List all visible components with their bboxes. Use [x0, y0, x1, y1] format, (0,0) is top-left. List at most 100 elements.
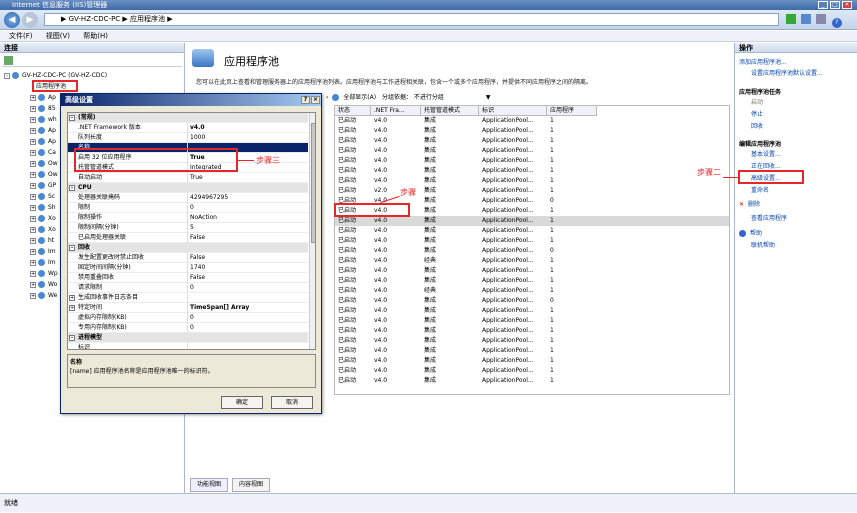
table-row[interactable]: 已启动 v4.0 集成 ApplicationPool... 1: [335, 136, 729, 146]
expand-icon[interactable]: +: [30, 94, 36, 101]
expand-icon[interactable]: +: [30, 171, 36, 178]
property-row[interactable]: 请求限制 0: [68, 283, 308, 293]
property-value[interactable]: False: [190, 273, 205, 283]
home-icon[interactable]: [816, 14, 827, 24]
tree-site-node[interactable]: + Ca: [30, 148, 56, 157]
tree-site-node[interactable]: + Sh: [30, 203, 56, 212]
table-row[interactable]: 已启动 v4.0 集成 ApplicationPool... 1: [335, 236, 729, 246]
property-category[interactable]: - (常规): [68, 113, 308, 123]
menu-help[interactable]: 帮助(H): [83, 31, 108, 42]
property-value[interactable]: False: [190, 233, 205, 243]
tree-site-node[interactable]: + GP: [30, 181, 56, 190]
expand-icon[interactable]: +: [30, 292, 36, 299]
menu-file[interactable]: 文件(F): [9, 31, 33, 42]
property-value[interactable]: 1000: [190, 133, 205, 143]
tree-site-node[interactable]: +85: [30, 104, 56, 113]
property-value[interactable]: 1740: [190, 263, 205, 273]
back-button[interactable]: ◀: [4, 12, 20, 28]
property-row[interactable]: 发生配置更改时禁止回收 False: [68, 253, 308, 263]
expand-icon[interactable]: +: [30, 270, 36, 277]
expand-icon[interactable]: +: [30, 138, 36, 145]
table-row[interactable]: 已启动 v4.0 集成 ApplicationPool... 0: [335, 296, 729, 306]
tree-site-node[interactable]: + Xo: [30, 225, 56, 234]
col-header-status[interactable]: 状态: [335, 106, 371, 116]
expand-icon[interactable]: +: [30, 160, 36, 167]
tab-features-view[interactable]: 功能视图: [190, 478, 229, 492]
property-value[interactable]: 5: [190, 223, 194, 233]
add-app-pool-link[interactable]: 添加应用程序池...: [739, 59, 787, 67]
property-row[interactable]: 虚拟内存限制(KB) 0: [68, 313, 308, 323]
collapse-icon[interactable]: -: [69, 245, 75, 251]
table-row[interactable]: 已启动 v4.0 集成 ApplicationPool... 1: [335, 166, 729, 176]
table-row[interactable]: 已启动 v4.0 集成 ApplicationPool... 1: [335, 226, 729, 236]
property-category[interactable]: - 回收: [68, 243, 308, 253]
property-row[interactable]: .NET Framework 版本 v4.0: [68, 123, 308, 133]
table-row[interactable]: 已启动 v4.0 集成 ApplicationPool... 1: [335, 116, 729, 126]
property-row[interactable]: 限制操作 NoAction: [68, 213, 308, 223]
table-row[interactable]: 已启动 v4.0 经典 ApplicationPool... 1: [335, 256, 729, 266]
expand-icon[interactable]: +: [30, 105, 36, 112]
property-row[interactable]: 队列长度 1000: [68, 133, 308, 143]
property-scrollbar[interactable]: [309, 113, 315, 349]
tree-site-node[interactable]: + ht: [30, 236, 54, 245]
property-row[interactable]: 限制 0: [68, 203, 308, 213]
table-row[interactable]: 已启动 v4.0 集成 ApplicationPool... 1: [335, 216, 729, 226]
tree-site-node[interactable]: + wh: [30, 115, 57, 124]
tree-site-node[interactable]: + Wp: [30, 269, 58, 278]
expand-icon[interactable]: +: [30, 237, 36, 244]
dialog-help-button[interactable]: ?: [301, 96, 310, 104]
table-row[interactable]: 已启动 v4.0 集成 ApplicationPool... 1: [335, 326, 729, 336]
property-row[interactable]: 限制间隔(分钟) 5: [68, 223, 308, 233]
tree-site-node[interactable]: + Im: [30, 258, 56, 267]
property-row[interactable]: + 特定时间 TimeSpan[] Array: [68, 303, 308, 313]
tree-site-node[interactable]: + Sc: [30, 192, 55, 201]
rename-link[interactable]: 重命名: [751, 187, 769, 195]
expand-icon[interactable]: +: [30, 281, 36, 288]
remove-link[interactable]: ✕ 删除: [739, 201, 760, 209]
table-row[interactable]: 已启动 v4.0 集成 ApplicationPool... 1: [335, 346, 729, 356]
network-icon[interactable]: [786, 14, 796, 24]
send-icon[interactable]: [801, 14, 812, 24]
property-row[interactable]: 禁用重叠回收 False: [68, 273, 308, 283]
forward-button[interactable]: ▶: [22, 12, 38, 28]
stop-link[interactable]: 停止: [751, 111, 763, 119]
minimize-button[interactable]: _: [818, 1, 828, 9]
property-value[interactable]: 0: [190, 203, 194, 213]
help-icon[interactable]: ?: [831, 18, 842, 28]
expand-icon[interactable]: +: [30, 215, 36, 222]
tree-site-node[interactable]: + Ow: [30, 159, 58, 168]
property-value[interactable]: v4.0: [190, 123, 205, 133]
table-row[interactable]: 已启动 v4.0 集成 ApplicationPool... 1: [335, 176, 729, 186]
collapse-icon[interactable]: -: [69, 115, 75, 121]
expand-icon[interactable]: +: [30, 182, 36, 189]
table-row[interactable]: 已启动 v4.0 集成 ApplicationPool... 1: [335, 156, 729, 166]
property-value[interactable]: 0: [190, 313, 194, 323]
col-header-framework[interactable]: .NET Fra...: [371, 106, 421, 116]
table-row[interactable]: 已启动 v4.0 集成 ApplicationPool... 1: [335, 266, 729, 276]
start-link[interactable]: 启动: [751, 99, 763, 107]
property-row[interactable]: 处理器关联掩码 4294967295: [68, 193, 308, 203]
property-category[interactable]: - CPU: [68, 183, 308, 193]
property-row[interactable]: 专用内存限制(KB) 0: [68, 323, 308, 333]
view-apps-link[interactable]: 查看应用程序: [751, 215, 787, 223]
property-row[interactable]: 标识: [68, 343, 308, 349]
table-row[interactable]: 已启动 v4.0 经典 ApplicationPool... 1: [335, 286, 729, 296]
expand-icon[interactable]: +: [30, 193, 36, 200]
expand-icon[interactable]: +: [69, 295, 75, 301]
tree-site-node[interactable]: + Ow: [30, 170, 58, 179]
property-row[interactable]: + 生成回收事件日志条目: [68, 293, 308, 303]
online-help-link[interactable]: 联机帮助: [751, 242, 775, 250]
table-row[interactable]: 已启动 v4.0 集成 ApplicationPool... 1: [335, 366, 729, 376]
basic-settings-link[interactable]: 基本设置...: [751, 151, 781, 159]
help-link[interactable]: 帮助: [739, 230, 762, 238]
tree-site-node[interactable]: + We: [30, 291, 57, 300]
maximize-button[interactable]: □: [830, 1, 840, 9]
table-row[interactable]: 已启动 v4.0 集成 ApplicationPool... 1: [335, 336, 729, 346]
table-row[interactable]: 已启动 v4.0 集成 ApplicationPool... 1: [335, 356, 729, 366]
property-value[interactable]: TimeSpan[] Array: [190, 303, 249, 313]
address-field[interactable]: ▶ GV-HZ-CDC-PC ▶ 应用程序池 ▶: [44, 13, 779, 26]
tree-site-node[interactable]: + Ap: [30, 126, 56, 135]
property-value[interactable]: 0: [190, 323, 194, 333]
ok-button[interactable]: 确定: [221, 396, 263, 409]
property-value[interactable]: NoAction: [190, 213, 217, 223]
